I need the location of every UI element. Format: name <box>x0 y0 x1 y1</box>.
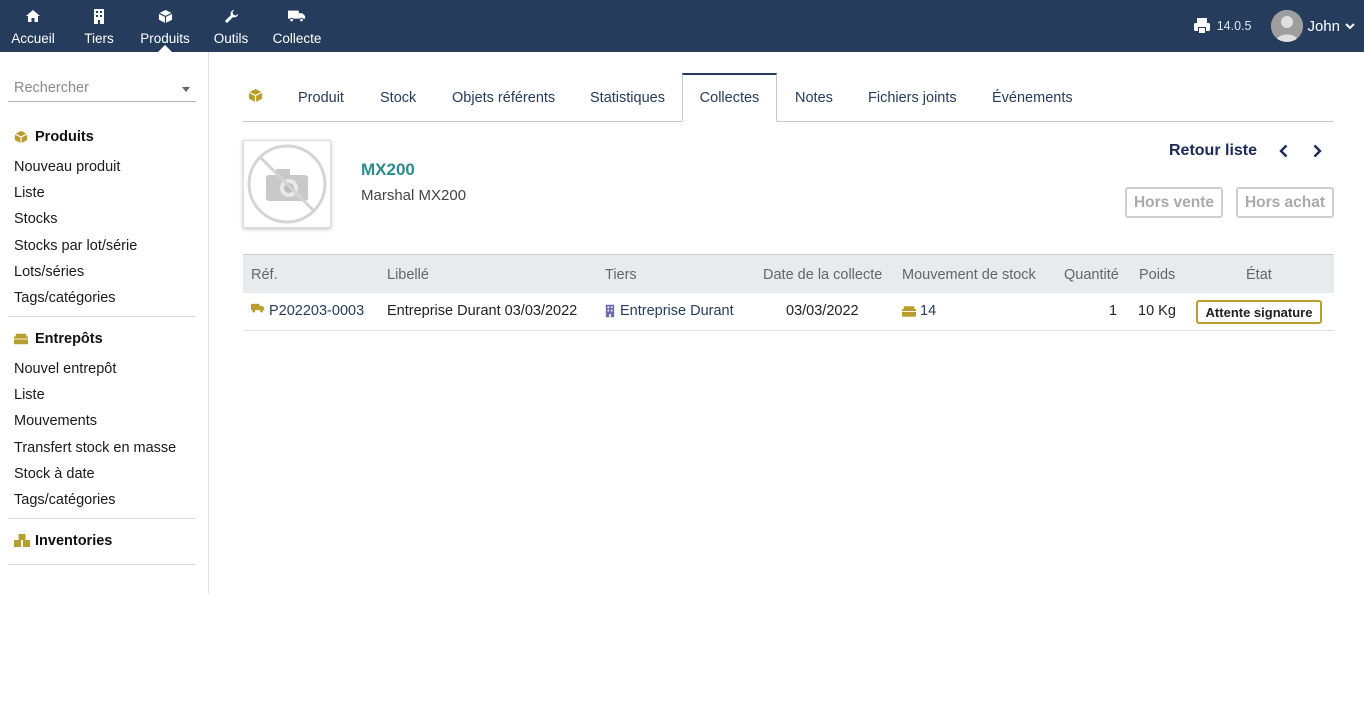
boxes-icon <box>902 305 916 317</box>
product-tabs: Produit Stock Objets référents Statistiq… <box>243 73 1334 122</box>
menu-products[interactable]: Produits <box>134 0 196 52</box>
cube-icon <box>14 130 30 144</box>
user-avatar[interactable] <box>1271 10 1304 42</box>
sidebar-link-mass-transfer[interactable]: Transfert stock en masse <box>8 435 196 461</box>
version-label: 14.0.5 <box>1216 19 1252 33</box>
table-row: P202203-0003 Entreprise Durant 03/03/202… <box>243 293 1334 331</box>
search-select[interactable]: Rechercher <box>8 78 196 102</box>
product-photo-placeholder <box>243 140 331 228</box>
building-icon <box>605 304 615 318</box>
menu-products-label: Produits <box>140 31 190 46</box>
printer-icon[interactable] <box>1193 17 1211 35</box>
col-qty[interactable]: Quantité <box>1064 267 1119 283</box>
sidebar-link-warehouse-tags[interactable]: Tags/catégories <box>8 487 196 513</box>
wrench-icon <box>222 8 240 24</box>
sidebar-link-stocks-lot[interactable]: Stocks par lot/série <box>8 233 196 259</box>
col-weight[interactable]: Poids <box>1139 267 1175 283</box>
user-name[interactable]: John <box>1307 18 1340 35</box>
row-weight: 10 Kg <box>1138 303 1176 319</box>
row-label: Entreprise Durant 03/03/2022 <box>387 303 578 319</box>
table-header: Réf. Libellé Tiers Date de la collecte M… <box>243 254 1334 293</box>
col-movement[interactable]: Mouvement de stock <box>902 267 1036 283</box>
sidebar-link-list[interactable]: Liste <box>8 180 196 206</box>
sidebar-title-warehouses[interactable]: Entrepôts <box>8 328 196 350</box>
sell-status-badge: Hors vente <box>1125 187 1223 218</box>
tab-statistiques[interactable]: Statistiques <box>590 73 665 122</box>
row-ref-text: P202203-0003 <box>269 303 365 319</box>
menu-inventories-block: Inventories <box>8 530 196 565</box>
row-thirdparty-text: Entreprise Durant <box>620 303 734 319</box>
sidebar-title-products-label: Produits <box>35 129 94 145</box>
tab-produit[interactable]: Produit <box>298 73 344 122</box>
menu-tools-label: Outils <box>213 31 249 46</box>
sidebar-link-new-warehouse[interactable]: Nouvel entrepôt <box>8 356 196 382</box>
back-to-list-link[interactable]: Retour liste <box>1169 142 1257 160</box>
row-ref-link[interactable]: P202203-0003 <box>251 303 364 319</box>
left-sidebar: Rechercher Produits Nouveau produit List… <box>0 52 209 594</box>
col-tiers[interactable]: Tiers <box>605 267 637 283</box>
building-icon <box>90 8 108 24</box>
row-movement-link[interactable]: 14 <box>902 303 936 319</box>
menu-thirdparties-label: Tiers <box>84 31 114 46</box>
row-movement-text: 14 <box>920 303 937 319</box>
menu-tools[interactable]: Outils <box>208 0 254 52</box>
sidebar-title-products[interactable]: Produits <box>8 126 196 148</box>
chevron-left-icon[interactable] <box>1276 143 1292 159</box>
sidebar-title-inventories[interactable]: Inventories <box>8 530 196 552</box>
menu-warehouses-block: Entrepôts Nouvel entrepôt Liste Mouvemen… <box>8 328 196 519</box>
menu-home[interactable]: Accueil <box>0 0 66 52</box>
buy-status-badge: Hors achat <box>1236 187 1334 218</box>
sidebar-link-movements[interactable]: Mouvements <box>8 408 196 434</box>
truck-icon <box>251 303 265 313</box>
col-ref[interactable]: Réf. <box>251 267 278 283</box>
tab-notes[interactable]: Notes <box>795 73 833 122</box>
sidebar-link-new-product[interactable]: Nouveau produit <box>8 154 196 180</box>
menu-collecte-label: Collecte <box>272 31 322 46</box>
sidebar-link-stock-at-date[interactable]: Stock à date <box>8 461 196 487</box>
search-placeholder: Rechercher <box>14 80 89 96</box>
tab-stock[interactable]: Stock <box>380 73 416 122</box>
top-right-area: 14.0.5 John <box>1193 0 1364 52</box>
boxes-icon <box>14 332 30 346</box>
top-navbar: Accueil Tiers Produits Outils Collecte 1… <box>0 0 1364 52</box>
no-photo-icon <box>247 144 327 224</box>
sidebar-link-lots[interactable]: Lots/séries <box>8 259 196 285</box>
chevron-right-icon[interactable] <box>1309 143 1325 159</box>
product-label: Marshal MX200 <box>361 187 467 204</box>
tab-objets-referents[interactable]: Objets référents <box>452 73 555 122</box>
row-date: 03/03/2022 <box>786 303 859 319</box>
sidebar-link-stocks[interactable]: Stocks <box>8 206 196 232</box>
menu-products-block: Produits Nouveau produit Liste Stocks St… <box>8 126 196 317</box>
home-icon <box>24 8 42 24</box>
tab-product-icon[interactable] <box>248 73 263 122</box>
sidebar-title-inventories-label: Inventories <box>35 533 113 549</box>
menu-collecte[interactable]: Collecte <box>266 0 328 52</box>
caret-down-icon <box>182 87 190 92</box>
product-ref: MX200 <box>361 160 415 179</box>
collectes-table: Réf. Libellé Tiers Date de la collecte M… <box>243 254 1334 331</box>
sidebar-link-warehouse-list[interactable]: Liste <box>8 382 196 408</box>
tab-fichiers-joints[interactable]: Fichiers joints <box>868 73 957 122</box>
cube-icon <box>156 8 174 24</box>
cube-icon <box>248 88 263 107</box>
status-badge: Attente signature <box>1196 300 1322 324</box>
col-status[interactable]: État <box>1246 267 1272 283</box>
row-thirdparty-link[interactable]: Entreprise Durant <box>605 303 734 319</box>
sidebar-link-tags[interactable]: Tags/catégories <box>8 285 196 311</box>
menu-home-label: Accueil <box>11 31 55 46</box>
tab-collectes[interactable]: Collectes <box>682 73 777 122</box>
pallet-boxes-icon <box>14 534 30 548</box>
chevron-down-icon[interactable] <box>1344 20 1356 32</box>
row-qty: 1 <box>1109 303 1118 319</box>
truck-icon <box>288 8 306 24</box>
sidebar-title-warehouses-label: Entrepôts <box>35 331 103 347</box>
tab-evenements[interactable]: Événements <box>992 73 1073 122</box>
col-date[interactable]: Date de la collecte <box>763 267 882 283</box>
col-libelle[interactable]: Libellé <box>387 267 429 283</box>
menu-thirdparties[interactable]: Tiers <box>74 0 124 52</box>
